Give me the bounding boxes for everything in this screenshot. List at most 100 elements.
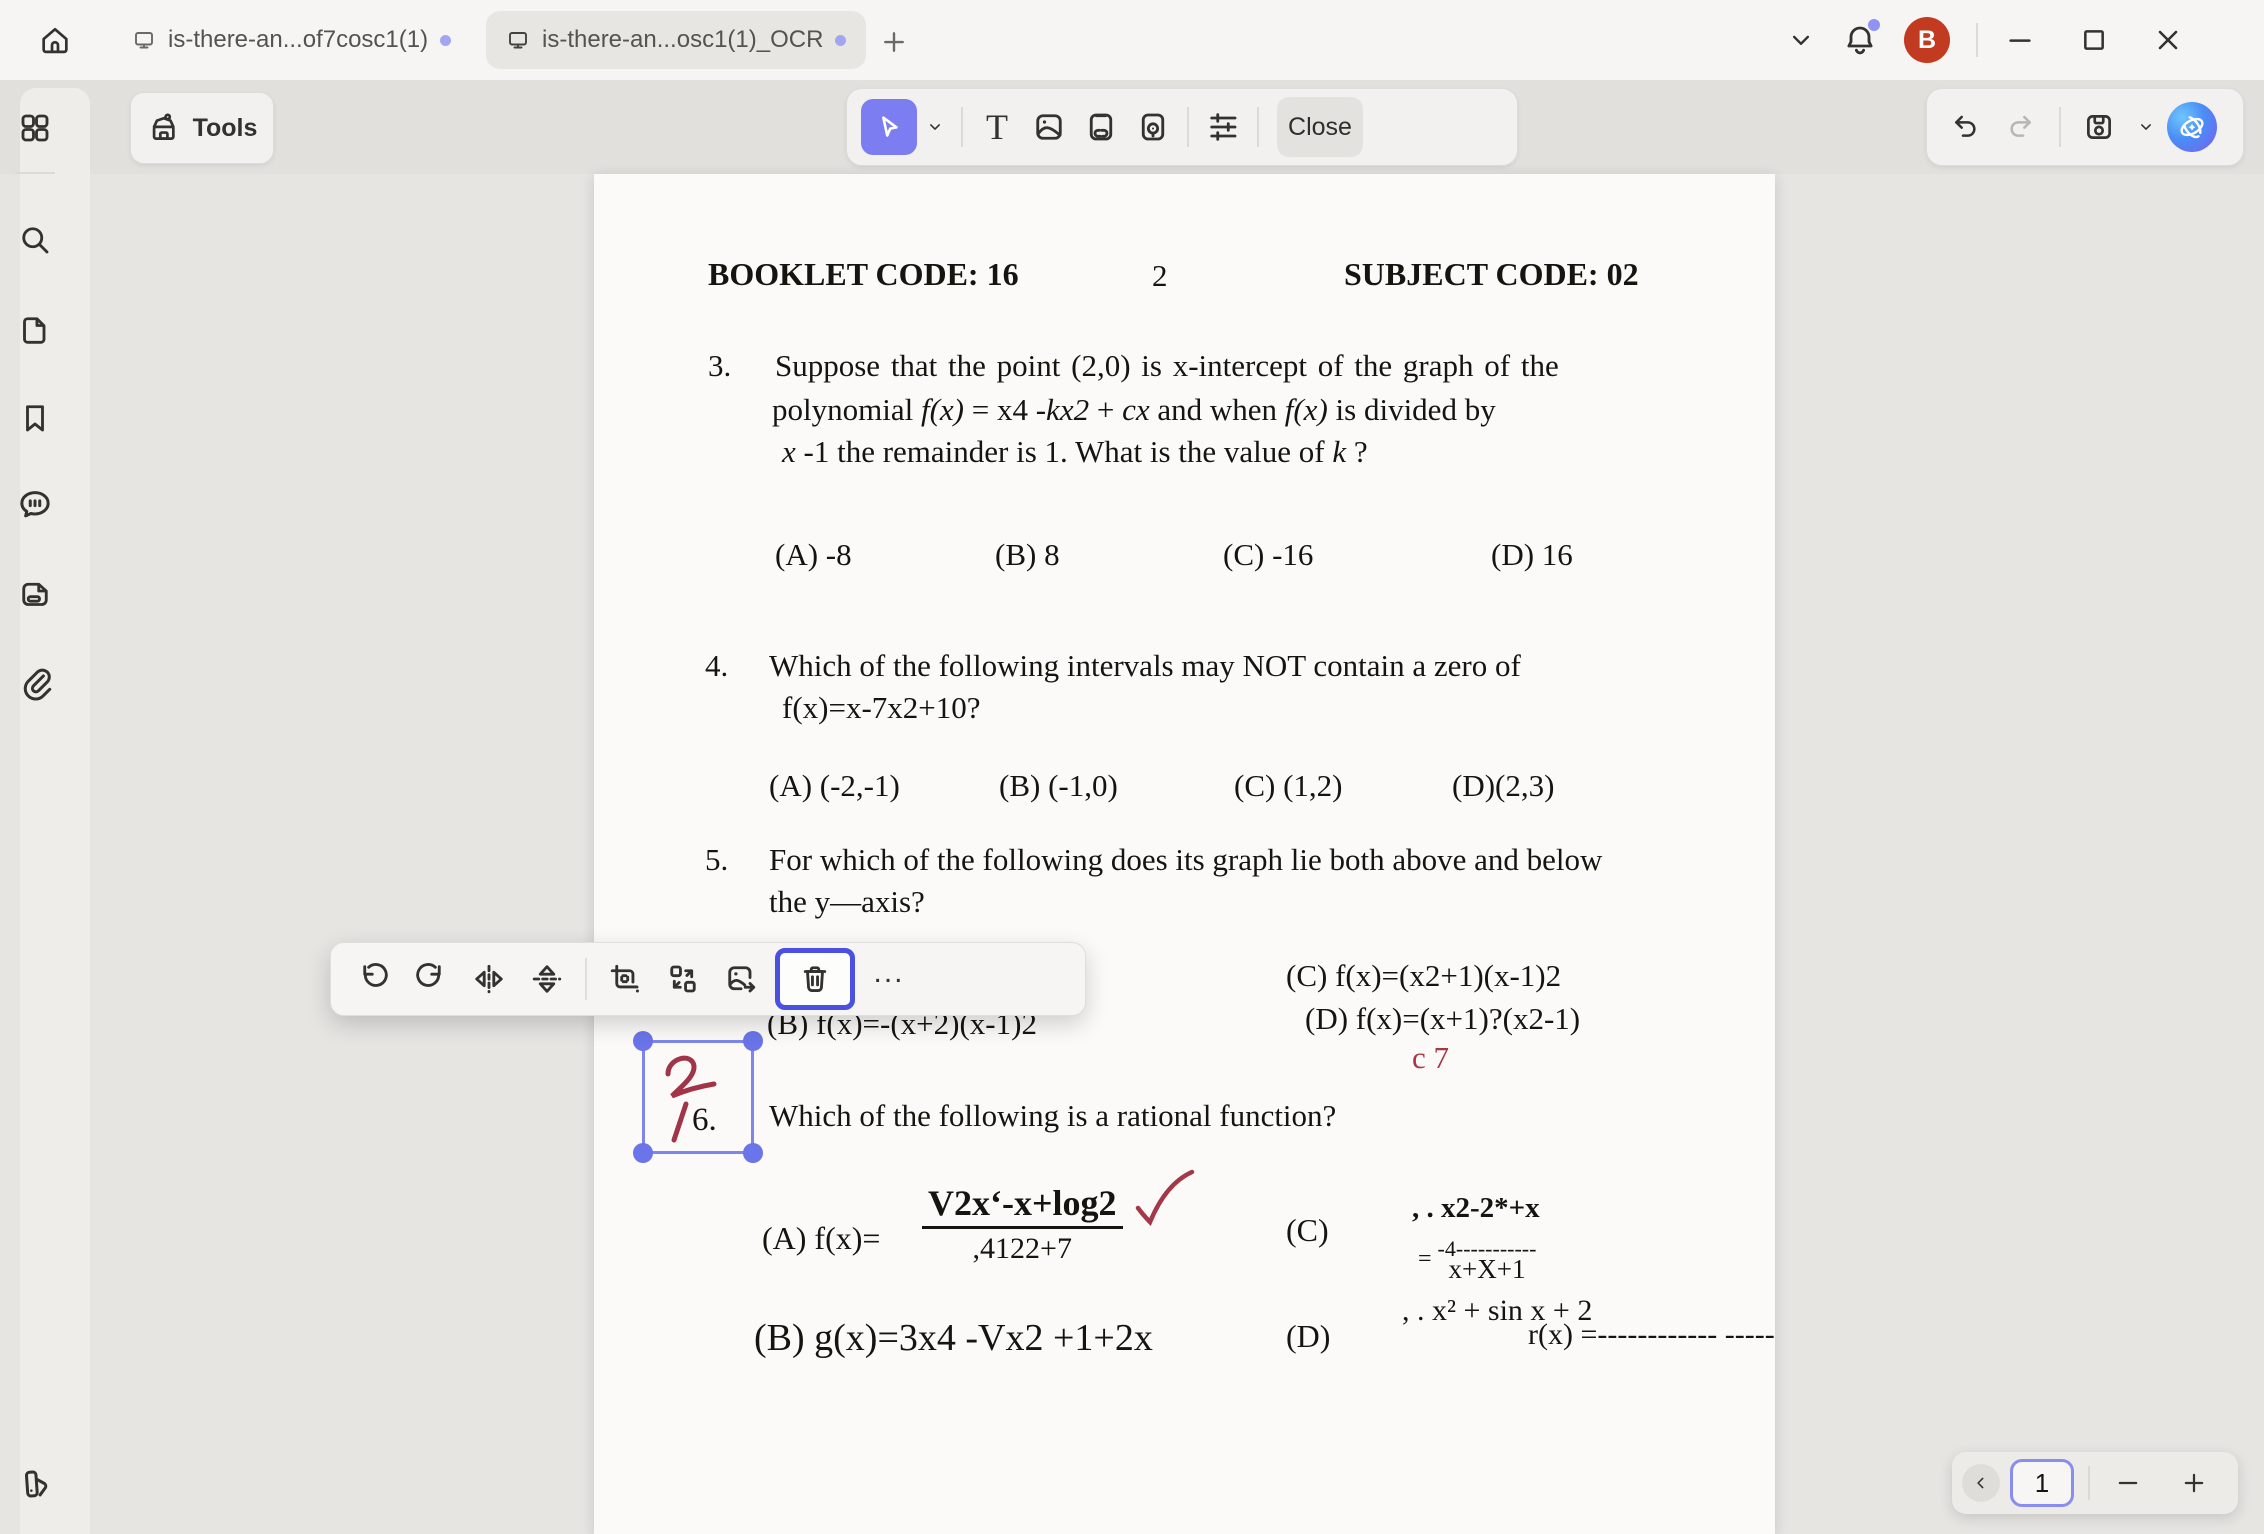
q5-line2: the y—axis? [769, 884, 925, 920]
tab-document-1[interactable]: is-there-an...of7cosc1(1) [112, 11, 471, 69]
replace-icon [665, 961, 701, 997]
flip-vertical-button[interactable] [519, 951, 575, 1007]
add-text-button[interactable]: T [971, 99, 1023, 155]
bookmark-icon [17, 400, 53, 436]
select-tool-button[interactable] [861, 99, 917, 155]
chevron-down-icon [925, 117, 945, 137]
home-button[interactable] [26, 12, 84, 68]
q4-number: 4. [705, 648, 728, 684]
more-options-button[interactable]: ... [861, 951, 917, 1007]
paperclip-icon [16, 663, 54, 701]
annotation-selection-box[interactable] [642, 1040, 754, 1154]
titlebar: is-there-an...of7cosc1(1) is-there-an...… [0, 0, 2264, 80]
selection-handle-top-left[interactable] [633, 1031, 653, 1051]
sidebar-item-search[interactable] [0, 208, 70, 272]
rotate-cw-icon [413, 961, 449, 997]
tools-button[interactable]: Tools [130, 92, 274, 164]
delete-button-selected[interactable] [775, 948, 855, 1010]
q4-option-a: (A) (-2,-1) [769, 768, 900, 804]
q5-number: 5. [705, 842, 728, 878]
selection-handle-bottom-left[interactable] [633, 1143, 653, 1163]
divider [1257, 107, 1259, 147]
comment-icon [16, 485, 54, 523]
q6-option-a-fraction: V2x‘-x+log2 ,4122+7 [922, 1182, 1123, 1266]
select-tool-dropdown[interactable] [917, 99, 953, 155]
pin-page-icon [1135, 109, 1171, 145]
ai-sparkle-icon [2175, 110, 2209, 144]
minimize-button[interactable] [2004, 24, 2036, 56]
rotate-right-button[interactable] [403, 951, 459, 1007]
tab-title: is-there-an...osc1(1)_OCR [542, 26, 823, 54]
crop-icon [607, 961, 643, 997]
close-label: Close [1288, 113, 1352, 142]
trash-icon [797, 961, 833, 997]
undo-button[interactable] [1939, 99, 1991, 155]
redo-icon [2005, 111, 2037, 143]
q4-option-d: (D)(2,3) [1452, 768, 1554, 804]
extract-image-button[interactable] [713, 951, 769, 1007]
fraction-denominator: ,4122+7 [922, 1229, 1123, 1266]
q3-option-a: (A) -8 [775, 537, 852, 573]
q6-option-a-label: (A) f(x)= [762, 1220, 880, 1257]
save-button[interactable] [2073, 99, 2125, 155]
q3-line2: polynomial f(x) = x4 -kx2 + cx and when … [772, 392, 1496, 428]
collapse-toolbar-button[interactable] [1786, 25, 1816, 55]
notification-dot [1868, 19, 1880, 31]
divider [961, 107, 963, 147]
sidebar-item-attachments[interactable] [0, 650, 70, 714]
card-icon [17, 576, 53, 612]
rotate-left-button[interactable] [345, 951, 401, 1007]
text-tool-icon: T [986, 109, 1008, 145]
q4-option-c: (C) (1,2) [1234, 768, 1342, 804]
q5-option-d: (D) f(x)=(x+1)?(x2-1) [1305, 1001, 1580, 1037]
divider [15, 172, 55, 174]
add-link-button[interactable] [1075, 99, 1127, 155]
redo-button[interactable] [1995, 99, 2047, 155]
maximize-button[interactable] [2078, 24, 2110, 56]
close-edit-button[interactable]: Close [1277, 97, 1363, 157]
sidebar-item-bookmarks[interactable] [0, 386, 70, 450]
link-page-icon [1083, 109, 1119, 145]
q6-option-c-line2: = -4----------- x+X+1 [1418, 1236, 1536, 1285]
add-stamp-button[interactable] [1127, 99, 1179, 155]
flip-horizontal-button[interactable] [461, 951, 517, 1007]
cursor-icon [874, 112, 904, 142]
divider [1976, 23, 1978, 57]
selection-handle-bottom-right[interactable] [743, 1143, 763, 1163]
crop-button[interactable] [597, 951, 653, 1007]
chevron-left-icon [1971, 1473, 1991, 1493]
tab-document-2-active[interactable]: is-there-an...osc1(1)_OCR [486, 11, 866, 69]
extract-image-icon [723, 961, 759, 997]
avatar[interactable]: B [1904, 17, 1950, 63]
sidebar-item-pages[interactable] [0, 298, 70, 362]
divider [585, 958, 587, 1000]
ai-assistant-button[interactable] [2167, 102, 2217, 152]
zoom-in-button[interactable] [2168, 1457, 2220, 1509]
display-icon [506, 28, 530, 52]
q4-line1: Which of the following intervals may NOT… [769, 648, 1521, 684]
add-image-button[interactable] [1023, 99, 1075, 155]
sidebar-item-appearance[interactable] [0, 1452, 70, 1516]
garbled-denominator: x+X+1 [1438, 1254, 1537, 1285]
notifications-button[interactable] [1842, 22, 1878, 58]
selection-handle-top-right[interactable] [743, 1031, 763, 1051]
unsaved-dot [440, 35, 451, 46]
subject-code: SUBJECT CODE: 02 [1344, 256, 1639, 293]
home-icon [38, 23, 72, 57]
page-number-input[interactable] [2010, 1459, 2074, 1507]
sidebar-item-forms[interactable] [0, 562, 70, 626]
sidebar-item-thumbnails[interactable] [0, 96, 70, 160]
minus-icon [2114, 1469, 2142, 1497]
close-window-button[interactable] [2152, 24, 2184, 56]
image-edit-toolbar: ... [330, 942, 1086, 1016]
fraction-numerator: V2x‘-x+log2 [922, 1182, 1123, 1229]
properties-button[interactable] [1197, 99, 1249, 155]
new-tab-button[interactable] [872, 20, 916, 64]
replace-image-button[interactable] [655, 951, 711, 1007]
save-dropdown[interactable] [2129, 99, 2163, 155]
q6-line1: Which of the following is a rational fun… [769, 1098, 1336, 1134]
zoom-out-button[interactable] [2102, 1457, 2154, 1509]
sidebar-item-comments[interactable] [0, 472, 70, 536]
red-annotation-c7: c 7 [1412, 1040, 1449, 1076]
previous-page-button[interactable] [1962, 1464, 2000, 1502]
